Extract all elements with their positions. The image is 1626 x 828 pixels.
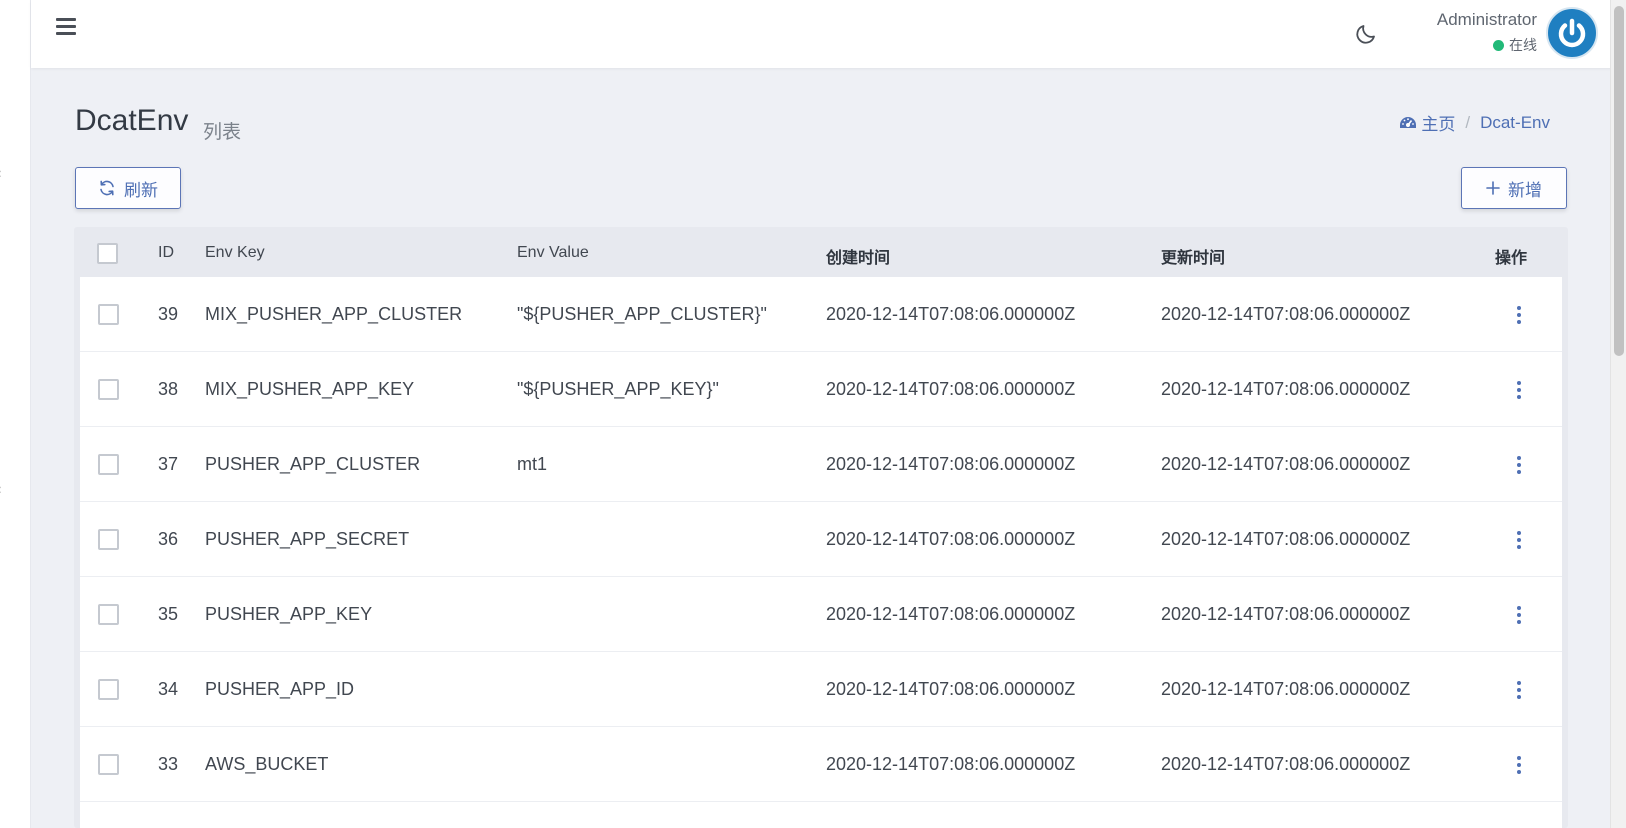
column-header-id[interactable]: ID (158, 244, 174, 262)
cell-updated-at: 2020-12-14T07:08:06.000000Z (1161, 679, 1411, 699)
cell-id: 37 (158, 454, 179, 474)
column-header-env-key[interactable]: Env Key (205, 244, 265, 262)
table-row: 38 MIX_PUSHER_APP_KEY "${PUSHER_APP_KEY}… (80, 352, 1562, 427)
cell-env-key: AWS_BUCKET (205, 754, 329, 774)
refresh-button-label: 刷新 (124, 180, 158, 200)
cell-updated-at: 2020-12-14T07:08:06.000000Z (1161, 529, 1411, 549)
cell-env-value: "${PUSHER_APP_KEY}" (517, 379, 719, 399)
refresh-button[interactable]: 刷新 (75, 167, 181, 209)
cell-env-key: MIX_PUSHER_APP_CLUSTER (205, 304, 463, 324)
table-row: 35 PUSHER_APP_KEY 2020-12-14T07:08:06.00… (80, 577, 1562, 652)
breadcrumb-separator: / (1465, 112, 1471, 132)
row-actions-kebab-icon[interactable] (1513, 303, 1525, 327)
cell-created-at: 2020-12-14T07:08:06.000000Z (826, 679, 1076, 699)
table-row: 33 AWS_BUCKET 2020-12-14T07:08:06.000000… (80, 727, 1562, 802)
column-header-actions: 操作 (1495, 250, 1528, 267)
row-actions-kebab-icon[interactable] (1513, 678, 1525, 702)
column-header-env-value[interactable]: Env Value (517, 244, 589, 262)
refresh-icon (100, 180, 114, 196)
row-actions-kebab-icon[interactable] (1513, 378, 1525, 402)
menu-toggle-icon[interactable] (56, 18, 76, 38)
cell-id: 39 (158, 304, 179, 324)
scrollbar-thumb[interactable] (1614, 6, 1624, 356)
row-checkbox[interactable] (98, 679, 119, 700)
add-new-button-label: 新增 (1508, 180, 1542, 200)
online-status-dot (1493, 39, 1504, 51)
row-actions-kebab-icon[interactable] (1513, 753, 1525, 777)
column-header-updated-at[interactable]: 更新时间 (1161, 244, 1225, 268)
row-actions-kebab-icon[interactable] (1513, 528, 1525, 552)
table-body: 39 MIX_PUSHER_APP_CLUSTER "${PUSHER_APP_… (80, 277, 1562, 828)
breadcrumb-home-label: 主页 (1421, 115, 1456, 134)
row-checkbox[interactable] (98, 304, 119, 325)
avatar[interactable] (1546, 7, 1598, 59)
cell-updated-at: 2020-12-14T07:08:06.000000Z (1161, 754, 1411, 774)
sidebar-collapsed: ‹ ‹ (0, 0, 31, 828)
cell-id: 38 (158, 379, 179, 399)
row-checkbox[interactable] (98, 529, 119, 550)
cell-created-at: 2020-12-14T07:08:06.000000Z (826, 529, 1076, 549)
top-navbar: Administrator 在线 (31, 0, 1626, 68)
column-header-created-at[interactable]: 创建时间 (826, 244, 890, 268)
cell-updated-at: 2020-12-14T07:08:06.000000Z (1161, 604, 1411, 624)
cell-created-at: 2020-12-14T07:08:06.000000Z (826, 379, 1076, 399)
row-checkbox[interactable] (98, 379, 119, 400)
add-new-button[interactable]: 新增 (1461, 167, 1567, 209)
breadcrumb-current: Dcat-Env (1480, 112, 1550, 132)
page-subtitle: 列表 (203, 122, 242, 143)
table-row: 36 PUSHER_APP_SECRET 2020-12-14T07:08:06… (80, 502, 1562, 577)
select-all-checkbox[interactable] (97, 243, 118, 264)
cell-env-key: PUSHER_APP_SECRET (205, 529, 410, 549)
row-checkbox[interactable] (98, 754, 119, 775)
user-status-label: 在线 (1509, 37, 1537, 53)
user-status: 在线 (1493, 35, 1537, 55)
chevron-left-icon[interactable]: ‹ (0, 482, 10, 498)
page-title: DcatEnv (75, 104, 189, 137)
dashboard-gauge-icon (1400, 116, 1417, 128)
cell-id: 34 (158, 679, 179, 699)
plus-icon (1486, 181, 1500, 195)
row-checkbox[interactable] (98, 454, 119, 475)
row-actions-kebab-icon[interactable] (1513, 453, 1525, 477)
cell-created-at: 2020-12-14T07:08:06.000000Z (826, 754, 1076, 774)
chevron-left-icon[interactable]: ‹ (0, 166, 10, 182)
cell-created-at: 2020-12-14T07:08:06.000000Z (826, 604, 1076, 624)
cell-env-key: PUSHER_APP_ID (205, 679, 355, 699)
cell-updated-at: 2020-12-14T07:08:06.000000Z (1161, 454, 1411, 474)
env-table: ID Env Key Env Value 创建时间 更新时间 操作 39 MIX… (74, 227, 1568, 828)
cell-env-key: PUSHER_APP_KEY (205, 604, 373, 624)
breadcrumb: 主页 / Dcat-Env (1399, 110, 1550, 135)
table-row: 37 PUSHER_APP_CLUSTER mt1 2020-12-14T07:… (80, 427, 1562, 502)
breadcrumb-home-link[interactable]: 主页 (1399, 110, 1455, 135)
cell-env-value: mt1 (517, 454, 548, 474)
cell-created-at: 2020-12-14T07:08:06.000000Z (826, 454, 1076, 474)
cell-updated-at: 2020-12-14T07:08:06.000000Z (1161, 304, 1411, 324)
table-header: ID Env Key Env Value 创建时间 更新时间 操作 (74, 227, 1568, 277)
row-actions-kebab-icon[interactable] (1513, 603, 1525, 627)
power-logo-icon (1558, 18, 1586, 48)
dark-mode-moon-icon[interactable] (1354, 22, 1378, 46)
cell-env-key: MIX_PUSHER_APP_KEY (205, 379, 415, 399)
cell-id: 35 (158, 604, 179, 624)
table-row: 39 MIX_PUSHER_APP_CLUSTER "${PUSHER_APP_… (80, 277, 1562, 352)
table-row: 34 PUSHER_APP_ID 2020-12-14T07:08:06.000… (80, 652, 1562, 727)
cell-id: 33 (158, 754, 179, 774)
row-checkbox[interactable] (98, 604, 119, 625)
cell-created-at: 2020-12-14T07:08:06.000000Z (826, 304, 1076, 324)
user-name[interactable]: Administrator (1437, 10, 1537, 30)
cell-updated-at: 2020-12-14T07:08:06.000000Z (1161, 379, 1411, 399)
cell-env-key: PUSHER_APP_CLUSTER (205, 454, 421, 474)
cell-id: 36 (158, 529, 179, 549)
cell-env-value: "${PUSHER_APP_CLUSTER}" (517, 304, 767, 324)
page-scrollbar[interactable] (1610, 0, 1626, 828)
